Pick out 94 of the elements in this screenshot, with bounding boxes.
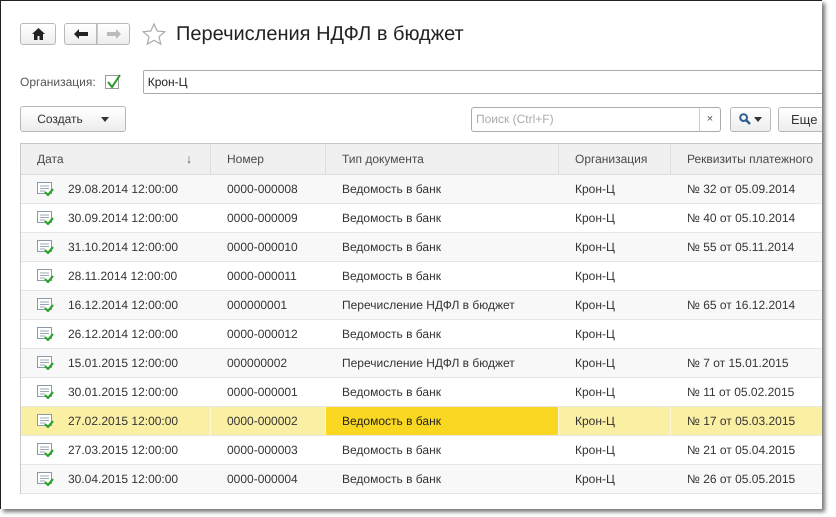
table-cell: Крон-Ц [575, 211, 615, 225]
posted-document-icon [37, 327, 54, 341]
table-cell: 30.09.2014 12:00:00 [68, 211, 178, 225]
table-cell: № 7 от 15.01.2015 [687, 356, 789, 370]
table-cell: 27.02.2015 12:00:00 [68, 414, 178, 428]
table-cell: Ведомость в банк [342, 240, 441, 254]
table-cell: 0000-000010 [227, 240, 298, 254]
posted-document-icon [37, 443, 54, 457]
table-cell: 28.11.2014 12:00:00 [68, 269, 178, 283]
table-cell: 0000-000002 [227, 414, 298, 428]
table-cell: 000000002 [227, 356, 288, 370]
home-icon [32, 28, 44, 40]
posted-document-icon [37, 182, 54, 196]
sort-arrow-icon[interactable]: ↓ [186, 152, 192, 166]
table-cell: 0000-000004 [227, 472, 298, 486]
table-cell: Крон-Ц [575, 298, 615, 312]
organization-label: Организация: [20, 75, 96, 89]
table-cell: Крон-Ц [575, 269, 615, 283]
table-cell: 0000-000001 [227, 385, 298, 399]
table-cell: № 11 от 05.02.2015 [687, 385, 794, 399]
posted-document-icon [37, 385, 54, 399]
table-cell: № 21 от 05.04.2015 [687, 443, 796, 457]
posted-document-icon [37, 414, 54, 428]
table-cell: № 26 от 05.05.2015 [687, 472, 796, 486]
table-cell: Ведомость в банк [342, 182, 441, 196]
column-header[interactable]: Дата [37, 152, 64, 166]
table-cell: № 65 от 16.12.2014 [687, 298, 796, 312]
table-cell: 31.10.2014 12:00:00 [68, 240, 178, 254]
table-cell: 29.08.2014 12:00:00 [68, 182, 178, 196]
favorite-star-icon[interactable] [142, 22, 166, 46]
table-cell: 0000-000012 [227, 327, 298, 341]
table-cell: 15.01.2015 12:00:00 [68, 356, 178, 370]
back-arrow-icon [74, 29, 88, 39]
table-row[interactable]: 15.01.2015 12:00:00 000000002 Перечисление НДФЛ в бюджет Крон-Ц № 7 от 15.01.2015 [21, 349, 822, 378]
table-cell: Ведомость в банк [342, 211, 441, 225]
table-row[interactable]: 30.04.2015 12:00:00 0000-000004 Ведомость в банк Крон-Ц № 26 от 05.05.2015 [21, 465, 822, 494]
clear-search-button[interactable]: × [699, 106, 721, 132]
column-header[interactable]: Реквизиты платежного [687, 152, 814, 166]
table-cell: Крон-Ц [575, 182, 615, 196]
table-cell: Крон-Ц [575, 472, 615, 486]
create-button[interactable]: Создать [20, 106, 126, 132]
table-cell: Перечисление НДФЛ в бюджет [342, 298, 515, 312]
table-cell: Крон-Ц [575, 385, 615, 399]
table-cell: Ведомость в банк [342, 414, 441, 428]
column-header[interactable]: Тип документа [342, 152, 424, 166]
dropdown-caret-icon [754, 116, 762, 122]
table-cell: 30.04.2015 12:00:00 [68, 472, 178, 486]
home-button[interactable] [20, 23, 56, 45]
window-title: Перечисления НДФЛ в бюджет [176, 22, 464, 46]
table-cell: Крон-Ц [575, 327, 615, 341]
table-row[interactable]: 31.10.2014 12:00:00 0000-000010 Ведомость в банк Крон-Ц № 55 от 05.11.2014 [21, 233, 822, 262]
table-cell: Ведомость в банк [342, 385, 441, 399]
organization-field[interactable]: Крон-Ц [142, 70, 822, 94]
organization-checkbox[interactable] [104, 75, 119, 89]
table-cell: 0000-000011 [227, 269, 297, 283]
table-cell: Ведомость в банк [342, 443, 441, 457]
table-cell: Перечисление НДФЛ в бюджет [342, 356, 515, 370]
column-header[interactable]: Организация [575, 152, 648, 166]
posted-document-icon [37, 472, 54, 486]
table-cell: 27.03.2015 12:00:00 [68, 443, 178, 457]
table-cell: Крон-Ц [575, 240, 615, 254]
posted-document-icon [37, 269, 54, 283]
forward-arrow-icon [106, 29, 120, 39]
table-cell: Крон-Ц [575, 356, 615, 370]
table-cell: 0000-000008 [227, 182, 298, 196]
table-cell: Ведомость в банк [342, 327, 441, 341]
table-row[interactable]: 27.02.2015 12:00:00 0000-000002 Ведомость в банк Крон-Ц № 17 от 05.03.2015 [21, 407, 822, 436]
posted-document-icon [37, 240, 54, 254]
table-cell: Ведомость в банк [342, 472, 441, 486]
table-cell: № 17 от 05.03.2015 [687, 414, 796, 428]
table-cell: 000000001 [227, 298, 288, 312]
table-cell: 0000-000009 [227, 211, 298, 225]
table-cell: 0000-000003 [227, 443, 298, 457]
table-cell: Крон-Ц [575, 414, 615, 428]
table-row[interactable]: 16.12.2014 12:00:00 000000001 Перечисление НДФЛ в бюджет Крон-Ц № 65 от 16.12.2014 [21, 291, 822, 320]
table-cell: Крон-Ц [575, 443, 615, 457]
table-cell: 26.12.2014 12:00:00 [68, 327, 178, 341]
dropdown-caret-icon [100, 116, 109, 122]
search-options-button[interactable] [730, 106, 771, 132]
table-cell: Ведомость в банк [342, 269, 441, 283]
more-button[interactable]: Еще [778, 106, 822, 132]
posted-document-icon [37, 356, 54, 370]
table-cell: № 32 от 05.09.2014 [687, 182, 796, 196]
back-button[interactable] [64, 23, 97, 45]
table-cell: № 40 от 05.10.2014 [687, 211, 796, 225]
column-header[interactable]: Номер [227, 152, 264, 166]
posted-document-icon [37, 298, 54, 312]
table-cell: № 55 от 05.11.2014 [687, 240, 794, 254]
posted-document-icon [37, 211, 54, 225]
table-row[interactable]: 29.08.2014 12:00:00 0000-000008 Ведомость в банк Крон-Ц № 32 от 05.09.2014 [21, 175, 822, 204]
search-icon [739, 113, 751, 125]
table-cell: 16.12.2014 12:00:00 [68, 298, 178, 312]
table-cell: 30.01.2015 12:00:00 [68, 385, 178, 399]
search-field[interactable]: Поиск (Ctrl+F) [471, 106, 699, 132]
